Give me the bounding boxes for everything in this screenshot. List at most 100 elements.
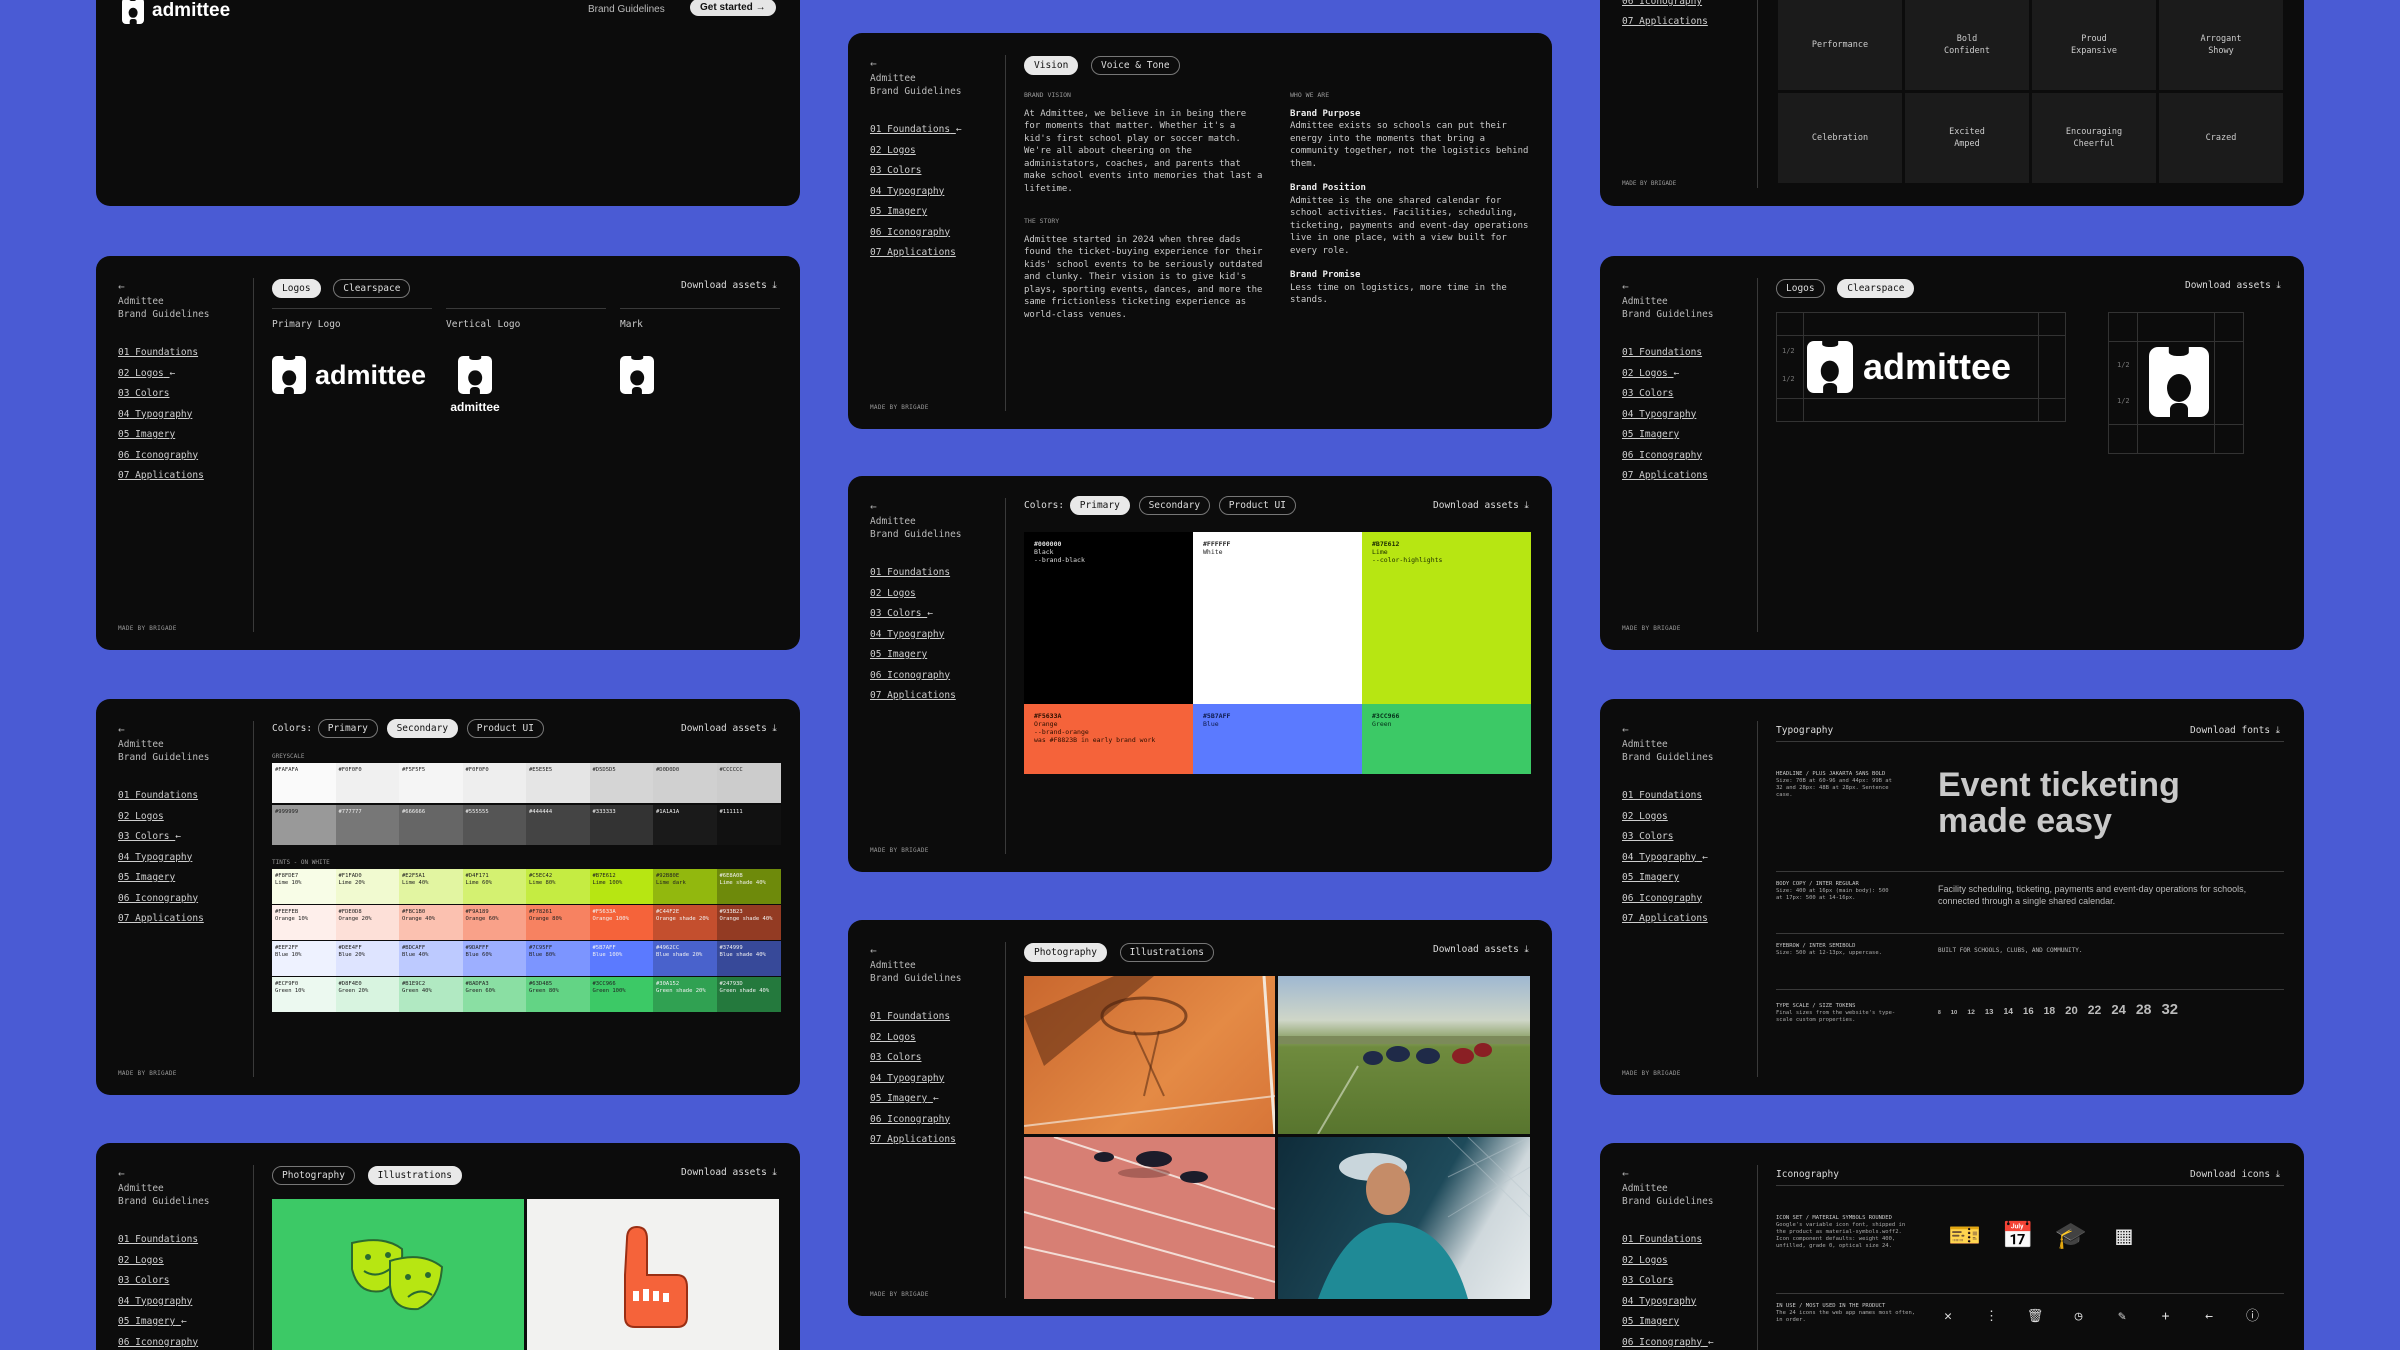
- nav-item-iconography[interactable]: 06 Iconography: [870, 666, 1000, 687]
- nav-item-iconography[interactable]: 06 Iconography: [118, 889, 248, 910]
- nav-item-colors[interactable]: 03 Colors: [870, 1048, 1000, 1069]
- download-assets-button[interactable]: Download assets ⤓: [681, 1167, 777, 1178]
- nav-item-typography[interactable]: 04 Typography: [870, 625, 1000, 646]
- back-arrow-icon[interactable]: ←: [118, 723, 248, 736]
- hero-logo[interactable]: admittee: [122, 0, 230, 25]
- nav-item-colors[interactable]: 03 Colors: [1622, 1271, 1752, 1292]
- nav-item-foundations[interactable]: 01 Foundations: [870, 563, 1000, 584]
- nav-item-typography[interactable]: 04 Typography: [118, 1292, 248, 1313]
- nav-item-colors[interactable]: 03 Colors: [1622, 384, 1752, 405]
- tab-secondary[interactable]: Secondary: [386, 719, 459, 738]
- download-assets-button[interactable]: Download assets ⤓: [2185, 280, 2281, 291]
- nav-item-foundations[interactable]: 01 Foundations: [1622, 1230, 1752, 1251]
- hero-nav-link[interactable]: Brand Guidelines: [588, 4, 665, 15]
- tab-voice-tone[interactable]: Voice & Tone: [1090, 56, 1180, 75]
- nav-item-foundations[interactable]: 01 Foundations: [870, 1007, 1000, 1028]
- nav-item-iconography[interactable]: 06 Iconography: [1622, 0, 1708, 12]
- nav-item-imagery[interactable]: 05 Imagery ←: [870, 1089, 1000, 1110]
- tab-vision[interactable]: Vision: [1024, 56, 1079, 75]
- back-arrow-icon[interactable]: ←: [870, 57, 1000, 70]
- nav-item-applications[interactable]: 07 Applications: [1622, 466, 1752, 487]
- made-by[interactable]: MADE BY BRIGADE: [118, 625, 177, 632]
- nav-item-logos[interactable]: 02 Logos: [870, 584, 1000, 605]
- hero-cta-button[interactable]: Get started →: [690, 0, 776, 16]
- nav-item-iconography[interactable]: 06 Iconography: [118, 446, 248, 467]
- nav-item-typography[interactable]: 04 Typography: [118, 848, 248, 869]
- back-arrow-icon[interactable]: ←: [1622, 280, 1752, 293]
- tab-photography[interactable]: Photography: [1024, 943, 1107, 962]
- download-assets-button[interactable]: Download assets ⤓: [681, 280, 777, 291]
- nav-item-imagery[interactable]: 05 Imagery: [1622, 868, 1752, 889]
- nav-item-typography[interactable]: 04 Typography: [870, 182, 1000, 203]
- nav-item-logos[interactable]: 02 Logos: [1622, 807, 1752, 828]
- nav-item-typography[interactable]: 04 Typography: [870, 1069, 1000, 1090]
- nav-item-logos[interactable]: 02 Logos ←: [1622, 364, 1752, 385]
- tab-clearspace[interactable]: Clearspace: [333, 279, 411, 298]
- download-icons-button[interactable]: Download icons ⤓: [2190, 1169, 2280, 1180]
- nav-item-colors[interactable]: 03 Colors: [870, 161, 1000, 182]
- tab-product-ui[interactable]: Product UI: [1218, 496, 1296, 515]
- nav-item-typography[interactable]: 04 Typography ←: [1622, 848, 1752, 869]
- nav-item-typography[interactable]: 04 Typography: [1622, 1292, 1752, 1313]
- nav-item-foundations[interactable]: 01 Foundations: [118, 1230, 248, 1251]
- tab-logos[interactable]: Logos: [1776, 279, 1825, 298]
- nav-item-imagery[interactable]: 05 Imagery ←: [118, 1312, 248, 1333]
- tab-clearspace[interactable]: Clearspace: [1837, 279, 1915, 298]
- nav-item-iconography[interactable]: 06 Iconography: [870, 223, 1000, 244]
- tab-photography[interactable]: Photography: [272, 1166, 355, 1185]
- nav-item-typography[interactable]: 04 Typography: [118, 405, 248, 426]
- nav-item-iconography[interactable]: 06 Iconography: [870, 1110, 1000, 1131]
- back-arrow-icon[interactable]: ←: [870, 500, 1000, 513]
- made-by[interactable]: MADE BY BRIGADE: [870, 1291, 929, 1298]
- made-by[interactable]: MADE BY BRIGADE: [118, 1070, 177, 1077]
- nav-item-logos[interactable]: 02 Logos ←: [118, 364, 248, 385]
- nav-item-iconography[interactable]: 06 Iconography: [118, 1333, 248, 1350]
- nav-item-colors[interactable]: 03 Colors ←: [870, 604, 1000, 625]
- nav-item-colors[interactable]: 03 Colors: [1622, 827, 1752, 848]
- nav-item-imagery[interactable]: 05 Imagery: [1622, 1312, 1752, 1333]
- nav-item-iconography[interactable]: 06 Iconography ←: [1622, 1333, 1752, 1350]
- made-by[interactable]: MADE BY BRIGADE: [1622, 625, 1681, 632]
- download-assets-button[interactable]: Download assets ⤓: [1433, 944, 1529, 955]
- nav-item-logos[interactable]: 02 Logos: [118, 1251, 248, 1272]
- nav-item-logos[interactable]: 02 Logos: [870, 141, 1000, 162]
- tab-illustrations[interactable]: Illustrations: [1119, 943, 1214, 962]
- nav-item-foundations[interactable]: 01 Foundations ←: [870, 120, 1000, 141]
- made-by[interactable]: MADE BY BRIGADE: [1622, 180, 1676, 187]
- tab-primary[interactable]: Primary: [317, 719, 378, 738]
- nav-item-colors[interactable]: 03 Colors: [118, 384, 248, 405]
- back-arrow-icon[interactable]: ←: [118, 1167, 248, 1180]
- nav-item-imagery[interactable]: 05 Imagery: [118, 425, 248, 446]
- nav-item-iconography[interactable]: 06 Iconography: [1622, 446, 1752, 467]
- nav-item-applications[interactable]: 07 Applications: [1622, 909, 1752, 930]
- back-arrow-icon[interactable]: ←: [118, 280, 248, 293]
- nav-item-foundations[interactable]: 01 Foundations: [1622, 343, 1752, 364]
- nav-item-foundations[interactable]: 01 Foundations: [118, 343, 248, 364]
- made-by[interactable]: MADE BY BRIGADE: [1622, 1070, 1681, 1077]
- nav-item-colors[interactable]: 03 Colors ←: [118, 827, 248, 848]
- tab-secondary[interactable]: Secondary: [1138, 496, 1211, 515]
- made-by[interactable]: MADE BY BRIGADE: [870, 404, 929, 411]
- nav-item-foundations[interactable]: 01 Foundations: [1622, 786, 1752, 807]
- tab-product-ui[interactable]: Product UI: [466, 719, 544, 738]
- back-arrow-icon[interactable]: ←: [1622, 723, 1752, 736]
- nav-item-applications[interactable]: 07 Applications: [870, 1130, 1000, 1151]
- download-assets-button[interactable]: Download assets ⤓: [1433, 500, 1529, 511]
- nav-item-iconography[interactable]: 06 Iconography: [1622, 889, 1752, 910]
- nav-item-typography[interactable]: 04 Typography: [1622, 405, 1752, 426]
- download-assets-button[interactable]: Download assets ⤓: [681, 723, 777, 734]
- nav-item-applications[interactable]: 07 Applications: [870, 686, 1000, 707]
- nav-item-applications[interactable]: 07 Applications: [118, 466, 248, 487]
- nav-item-imagery[interactable]: 05 Imagery: [870, 645, 1000, 666]
- nav-item-applications[interactable]: 07 Applications: [870, 243, 1000, 264]
- nav-item-colors[interactable]: 03 Colors: [118, 1271, 248, 1292]
- nav-item-imagery[interactable]: 05 Imagery: [1622, 425, 1752, 446]
- nav-item-applications[interactable]: 07 Applications: [1622, 12, 1708, 32]
- nav-item-imagery[interactable]: 05 Imagery: [870, 202, 1000, 223]
- nav-item-logos[interactable]: 02 Logos: [118, 807, 248, 828]
- nav-item-logos[interactable]: 02 Logos: [870, 1028, 1000, 1049]
- nav-item-applications[interactable]: 07 Applications: [118, 909, 248, 930]
- nav-item-foundations[interactable]: 01 Foundations: [118, 786, 248, 807]
- made-by[interactable]: MADE BY BRIGADE: [870, 847, 929, 854]
- back-arrow-icon[interactable]: ←: [870, 944, 1000, 957]
